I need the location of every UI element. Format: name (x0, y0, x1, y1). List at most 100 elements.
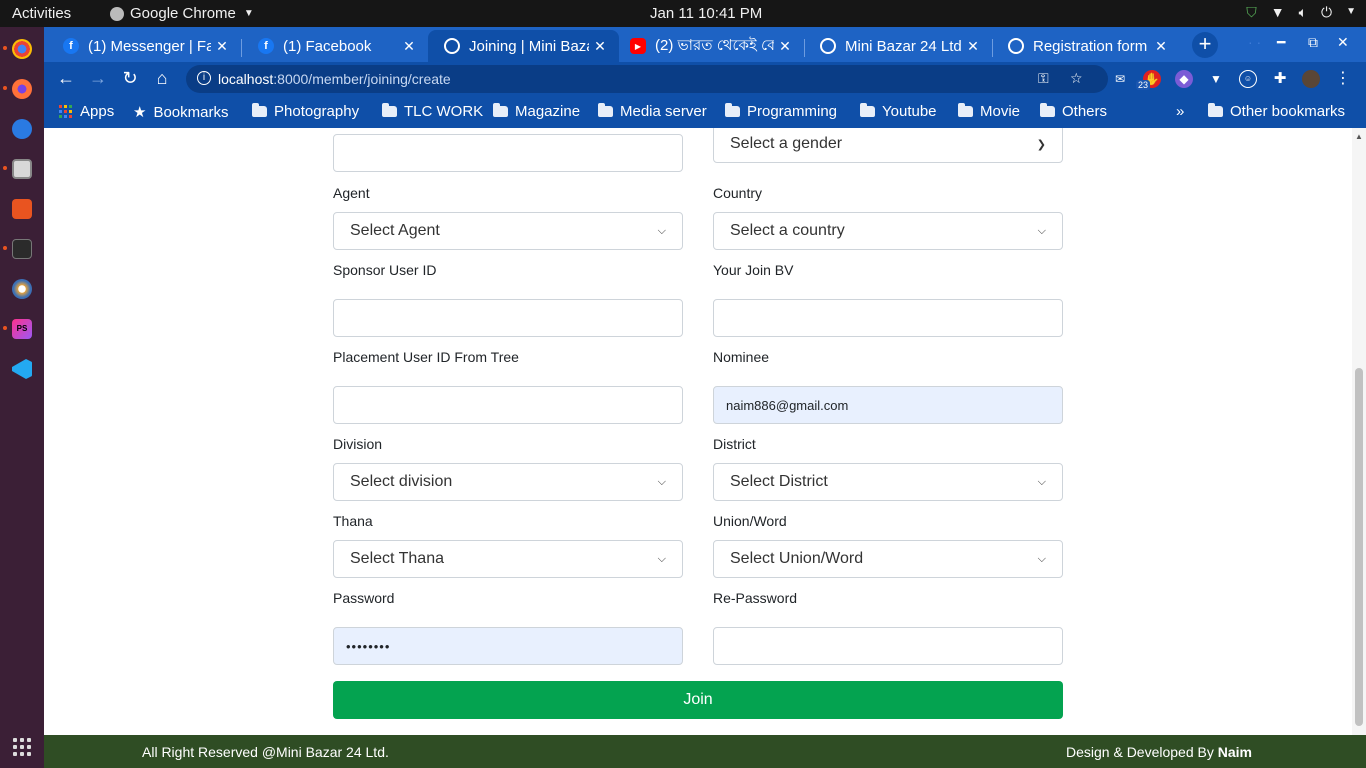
join-bv-label: Your Join BV (713, 262, 794, 278)
folder-icon (382, 103, 397, 117)
tab-joining-active[interactable]: Joining | Mini Bazar 24 Ltd. ✕ (428, 30, 619, 62)
new-tab-button[interactable]: + (1192, 32, 1218, 58)
placement-input[interactable] (333, 386, 683, 424)
select-value: Select District (730, 473, 828, 490)
chevron-down-icon: ❯ (1036, 138, 1046, 151)
gender-select[interactable]: Select a gender ❯ (713, 128, 1063, 163)
name-input[interactable] (333, 134, 683, 172)
chevron-down-icon: ⌵ (1037, 224, 1046, 237)
extension-icon[interactable]: ◆ (1175, 70, 1193, 88)
vscode-dock-icon[interactable] (12, 359, 32, 379)
tab-search-icon[interactable]: · · (1248, 34, 1261, 50)
chrome-dock-icon[interactable] (12, 39, 32, 59)
bookmark-other-bookmarks[interactable]: Other bookmarks (1208, 103, 1345, 120)
district-label: District (713, 436, 756, 452)
join-bv-input[interactable] (713, 299, 1063, 337)
files-dock-icon[interactable] (12, 159, 32, 179)
wifi-icon[interactable]: ▼ (1271, 4, 1285, 21)
volume-icon[interactable]: 🔈︎ (1299, 4, 1307, 21)
forward-icon[interactable]: → (87, 68, 109, 89)
bookmark-folder-programming[interactable]: Programming (725, 103, 837, 120)
tab-youtube[interactable]: ▶ (2) ভারত থেকেই কেন ✕ (614, 30, 804, 62)
address-bar[interactable]: i localhost:8000/member/joining/create ⚿… (186, 65, 1108, 93)
thana-select[interactable]: Select Thana ⌵ (333, 540, 683, 578)
thunderbird-dock-icon[interactable] (12, 119, 32, 139)
tab-title: (2) ভারত থেকেই কেন (655, 36, 774, 54)
close-tab-icon[interactable]: ✕ (211, 38, 233, 55)
clock[interactable]: Jan 11 10:41 PM (650, 5, 762, 22)
bookmark-folder-others[interactable]: Others (1040, 103, 1107, 120)
tab-title: Joining | Mini Bazar 24 Ltd. (469, 37, 589, 55)
caret-down-icon[interactable]: ▼ (1346, 4, 1356, 21)
bookmark-star-icon[interactable]: ☆ (1070, 70, 1083, 87)
close-window-icon[interactable]: ✕ (1337, 34, 1349, 51)
running-indicator (3, 326, 7, 330)
back-icon[interactable]: ← (55, 68, 77, 89)
sponsor-label: Sponsor User ID (333, 262, 437, 278)
vue-devtools-icon[interactable]: ▼ (1207, 70, 1225, 88)
sponsor-input[interactable] (333, 299, 683, 337)
profile-avatar[interactable] (1302, 70, 1320, 88)
tab-registration[interactable]: Registration form ✕ (992, 30, 1180, 62)
minimize-icon[interactable]: ━ (1277, 34, 1285, 51)
nominee-input[interactable]: naim886@gmail.com (713, 386, 1063, 424)
phpstorm-dock-icon[interactable]: PS (12, 319, 32, 339)
chevron-down-icon: ⌵ (1037, 552, 1046, 565)
home-icon[interactable]: ⌂ (151, 68, 173, 89)
close-tab-icon[interactable]: ✕ (1150, 38, 1172, 55)
reload-icon[interactable]: ↻ (119, 68, 141, 89)
terminal-dock-icon[interactable] (12, 239, 32, 259)
gmail-extension-icon[interactable]: ✉ (1111, 70, 1129, 88)
app-menu[interactable]: Google Chrome ▼ (110, 5, 254, 22)
key-icon[interactable]: ⚿ (1038, 70, 1049, 87)
activities-button[interactable]: Activities (12, 5, 71, 22)
chevron-down-icon: ⌵ (657, 552, 666, 565)
country-select[interactable]: Select a country ⌵ (713, 212, 1063, 250)
bookmark-apps[interactable]: Apps (59, 103, 114, 120)
bookmark-label: Movie (980, 103, 1021, 120)
bookmark-folder-media-server[interactable]: Media server (598, 103, 707, 120)
blender-dock-icon[interactable] (12, 279, 32, 299)
password-input[interactable]: •••••••• (333, 627, 683, 665)
close-tab-icon[interactable]: ✕ (589, 38, 611, 55)
bookmarks-overflow-button[interactable]: » (1176, 103, 1184, 120)
page-scrollbar[interactable]: ▲ (1352, 128, 1366, 735)
close-tab-icon[interactable]: ✕ (774, 38, 796, 55)
menu-kebab-icon[interactable]: ⋮ (1334, 70, 1352, 88)
select-value: Select a country (730, 222, 845, 239)
bookmark-folder-photography[interactable]: Photography (252, 103, 359, 120)
close-tab-icon[interactable]: ✕ (962, 38, 984, 55)
scrollbar-thumb[interactable] (1355, 368, 1363, 726)
folder-icon (958, 103, 973, 117)
bookmark-folder-tlc-work[interactable]: TLC WORK (382, 103, 483, 120)
close-tab-icon[interactable]: ✕ (398, 38, 420, 55)
join-button[interactable]: Join (333, 681, 1063, 719)
shield-icon[interactable]: ⛉ (1246, 4, 1257, 21)
bookmark-bookmarks[interactable]: ★ Bookmarks (133, 103, 228, 122)
union-select[interactable]: Select Union/Word ⌵ (713, 540, 1063, 578)
system-tray[interactable]: ⛉ ▼ 🔈︎ ⏻ ▼ (1246, 4, 1356, 21)
bookmark-label: Media server (620, 103, 707, 120)
footer-credit-prefix: Design & Developed By (1066, 744, 1214, 760)
district-select[interactable]: Select District ⌵ (713, 463, 1063, 501)
bookmark-folder-movie[interactable]: Movie (958, 103, 1020, 120)
software-dock-icon[interactable] (12, 199, 32, 219)
tab-mini-bazar[interactable]: Mini Bazar 24 Ltd. ✕ (804, 30, 992, 62)
tab-facebook[interactable]: f (1) Facebook ✕ (242, 30, 428, 62)
division-select[interactable]: Select division ⌵ (333, 463, 683, 501)
chevron-down-icon: ⌵ (657, 475, 666, 488)
bookmark-folder-youtube[interactable]: Youtube (860, 103, 937, 120)
emoji-extension-icon[interactable]: ☺ (1239, 70, 1257, 88)
site-info-icon[interactable]: i (197, 71, 211, 85)
url-text[interactable]: localhost:8000/member/joining/create (218, 71, 451, 87)
agent-select[interactable]: Select Agent ⌵ (333, 212, 683, 250)
bookmark-folder-magazine[interactable]: Magazine (493, 103, 580, 120)
scroll-up-arrow-icon[interactable]: ▲ (1355, 132, 1363, 141)
tab-messenger[interactable]: f (1) Messenger | Facebook ✕ (47, 30, 241, 62)
show-applications-icon[interactable] (13, 738, 31, 756)
extensions-puzzle-icon[interactable]: ✚ (1271, 70, 1289, 88)
restore-icon[interactable]: ⧉ (1308, 34, 1318, 51)
firefox-dock-icon[interactable] (12, 79, 32, 99)
repassword-input[interactable] (713, 627, 1063, 665)
power-icon[interactable]: ⏻ (1321, 4, 1332, 21)
